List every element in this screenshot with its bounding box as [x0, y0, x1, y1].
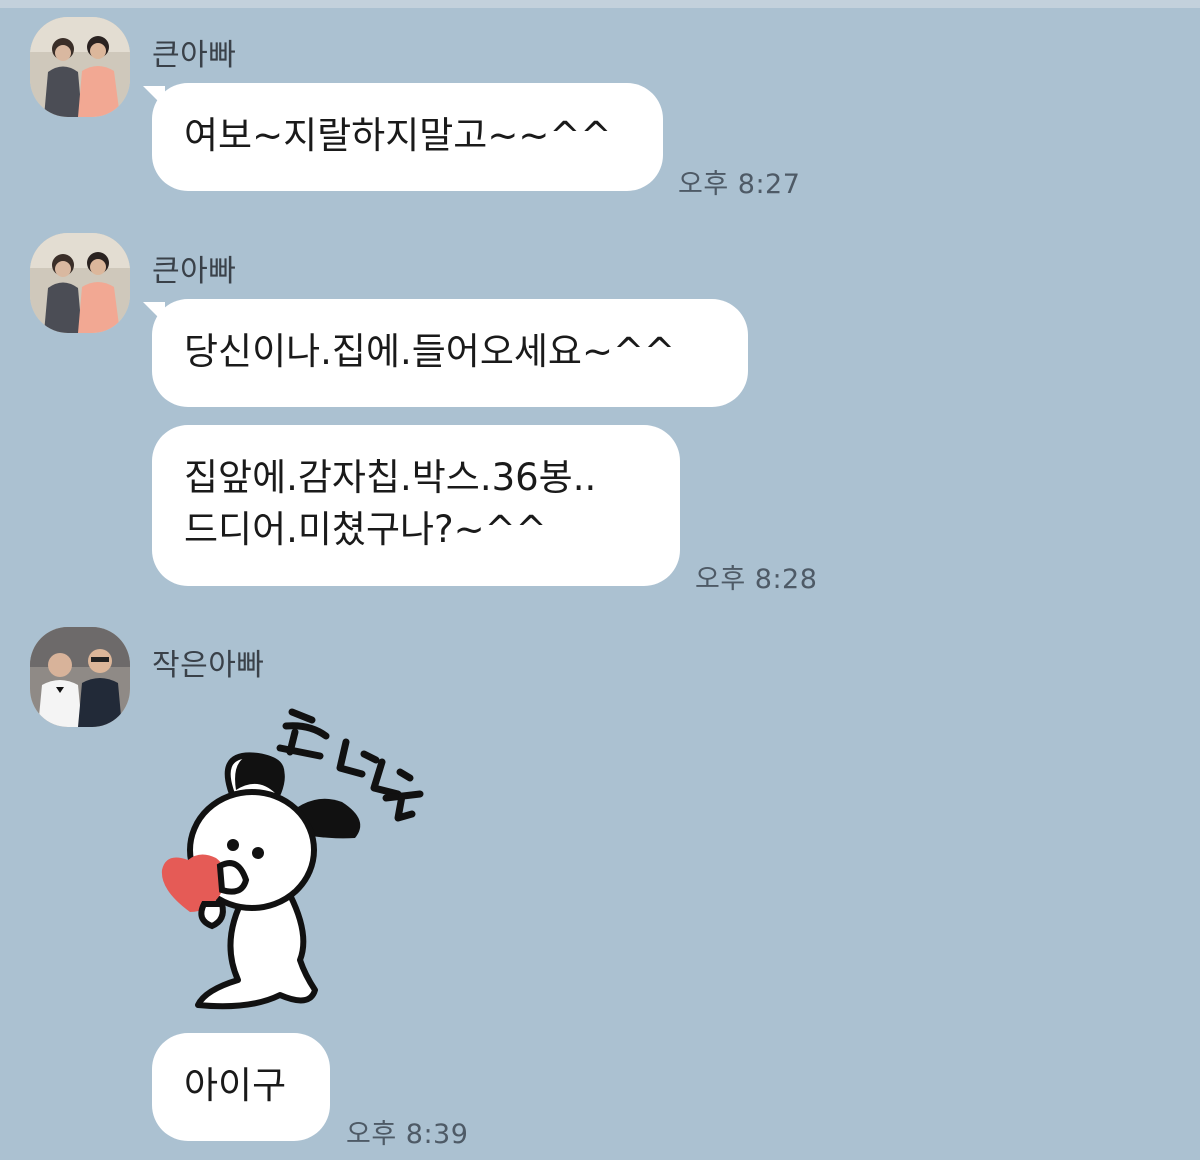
- top-edge: [0, 0, 1200, 8]
- message-bubble[interactable]: 아이구: [152, 1033, 330, 1141]
- sender-name: 큰아빠: [152, 38, 237, 73]
- sender-avatar[interactable]: [30, 627, 130, 727]
- sender-name: 작은아빠: [152, 648, 265, 683]
- bunny-heart-sticker[interactable]: [150, 690, 460, 1020]
- message-bubble[interactable]: 당신이나.집에.들어오세요~^^: [152, 299, 748, 407]
- message-time: 오후 8:28: [695, 564, 818, 595]
- message-bubble[interactable]: 여보~지랄하지말고~~^^: [152, 83, 663, 191]
- sender-name: 큰아빠: [152, 254, 237, 289]
- message-bubble[interactable]: 집앞에.감자칩.박스.36봉.. 드디어.미쳤구나?~^^: [152, 425, 680, 586]
- sender-avatar[interactable]: [30, 233, 130, 333]
- message-time: 오후 8:39: [346, 1119, 469, 1150]
- bunny-heart-sticker-image: [161, 708, 424, 1010]
- message-time: 오후 8:27: [678, 169, 801, 200]
- sender-avatar[interactable]: [30, 17, 130, 117]
